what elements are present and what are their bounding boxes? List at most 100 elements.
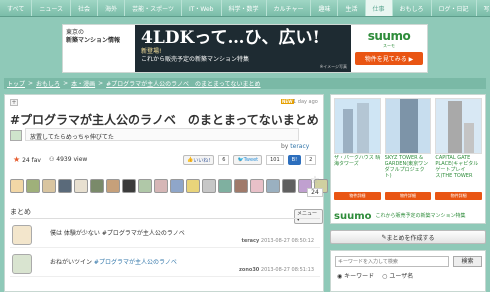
hashtag-link[interactable]: #プログラマが主人公のラノベ [94, 259, 177, 266]
nav-item[interactable]: 趣味 [311, 0, 339, 16]
nav-item[interactable]: 生活 [338, 0, 366, 16]
breadcrumb-item[interactable]: おもしろ [36, 79, 60, 88]
building-image[interactable] [435, 98, 483, 154]
fav-user-avatar[interactable] [90, 179, 104, 193]
nav-item[interactable]: 写真 [477, 0, 490, 16]
fav-stat[interactable]: ★ 24 fav [13, 155, 41, 164]
building-detail-button[interactable]: 物件詳細 [435, 192, 483, 200]
banner-sub1: 新登場! [141, 48, 162, 55]
list-item: おねがいツイン #プログラマが主人公のラノベ zono30 2013-08-27… [10, 251, 320, 277]
fav-user-avatar[interactable] [266, 179, 280, 193]
breadcrumb-item[interactable]: 本・漫画 [71, 79, 95, 88]
building-detail-button[interactable]: 物件詳細 [384, 192, 432, 200]
building-label[interactable]: CAPITAL GATE PLACE(キャピタルゲートプレイス)THE TOWE… [435, 155, 482, 191]
breadcrumb-separator: > [28, 80, 34, 87]
eye-icon: ⚇ [48, 156, 55, 163]
nav-item[interactable]: 社会 [71, 0, 99, 16]
fav-user-avatar[interactable] [138, 179, 152, 193]
building-detail-button[interactable]: 物件詳細 [334, 192, 381, 200]
tweet-button[interactable]: 🐦 Tweet [233, 155, 263, 165]
radio-user[interactable]: ○ ユーザ名 [382, 271, 413, 280]
star-icon: ★ [13, 155, 21, 164]
fav-user-avatar[interactable] [250, 179, 264, 193]
fav-user-avatar[interactable] [42, 179, 56, 193]
expand-button[interactable]: + [10, 99, 18, 106]
new-badge: NEW [281, 99, 294, 104]
breadcrumb-item: #プログラマが主人公のラノベ のまとまってないまとめ [106, 81, 261, 88]
page-title: #プログラマが主人公のラノベ のまとまってないまとめ [10, 113, 319, 127]
entry-text-main: おねがいツイン [50, 259, 94, 266]
fav-user-avatar[interactable] [106, 179, 120, 193]
fav-user-avatar[interactable] [202, 179, 216, 193]
entry-avatar[interactable] [12, 225, 32, 245]
top-nav: すべて ニュース 社会 海外 芸能・スポーツ IT・Web 科学・数学 カルチャー 趣味 生活 仕事… [0, 0, 490, 17]
post-description: 放置してたらめっちゃ伸びてた [25, 128, 299, 141]
author-avatar[interactable] [10, 130, 22, 141]
nav-item[interactable]: 芸能・スポーツ [125, 0, 182, 16]
nav-item[interactable]: すべて [0, 0, 33, 16]
fav-user-avatar[interactable] [122, 179, 136, 193]
divider [10, 218, 320, 219]
nav-item[interactable]: ログ・日記 [432, 0, 477, 16]
author-link[interactable]: teracy [290, 143, 309, 150]
banner-image-note: ※イメージ写真 [319, 64, 347, 69]
entry-text: おねがいツイン #プログラマが主人公のラノベ [50, 257, 177, 266]
radio-keyword-label: キーワード [344, 273, 375, 280]
entry-author[interactable]: zono30 [239, 267, 259, 273]
fav-user-avatar[interactable] [186, 179, 200, 193]
banner-sub2: これから販売予定の新築マンション特集 [141, 56, 250, 63]
fav-counter[interactable]: ☆ 24 [307, 175, 323, 201]
suumo-logo: suumo [334, 210, 372, 222]
building-image[interactable] [384, 98, 432, 154]
nav-item[interactable]: おもしろ [393, 0, 432, 16]
hatena-bookmark-button[interactable]: B! [287, 155, 302, 165]
banner-tokyo-line1: 東京の [66, 29, 85, 36]
entry-author[interactable]: teracy [241, 238, 259, 244]
nav-item[interactable]: 仕事 [365, 0, 393, 16]
building-label[interactable]: SKYZ TOWER & GARDEN(東京ワンダフルプロジェクト) [385, 155, 432, 191]
hatena-count: 2 [305, 155, 317, 165]
breadcrumb-separator: > [98, 80, 104, 87]
ad-footer[interactable]: suumo これから販売予定の新築マンション特集 [334, 208, 484, 224]
banner-cta-button[interactable]: 物件を見てみる ▶ [355, 52, 423, 65]
building-labels: ザ・パークハウス 晴海タワーズ SKYZ TOWER & GARDEN(東京ワン… [331, 154, 485, 192]
summary-heading: まとめ [10, 208, 31, 216]
breadcrumb-separator: > [63, 80, 69, 87]
fav-user-avatar[interactable] [10, 179, 24, 193]
building-image[interactable] [334, 98, 381, 154]
fav-user-avatar[interactable] [170, 179, 184, 193]
nav-item[interactable]: カルチャー [267, 0, 312, 16]
search-mode: ◉ キーワード ○ ユーザ名 [337, 271, 413, 280]
fav-user-avatar[interactable] [154, 179, 168, 193]
suumo-logo: suumo [367, 29, 411, 43]
nav-item[interactable]: IT・Web [182, 0, 222, 16]
create-label: まとめを作成する [386, 234, 435, 242]
fav-user-avatar[interactable] [26, 179, 40, 193]
nav-item[interactable]: 科学・数学 [222, 0, 267, 16]
banner-tokyo-line2: 新築マンション情報 [66, 37, 121, 44]
author-line: by teracy [281, 143, 309, 150]
create-matome-button[interactable]: ✎ まとめを作成する [330, 230, 486, 244]
fav-user-avatar[interactable] [58, 179, 72, 193]
nav-item[interactable]: ニュース [32, 0, 72, 16]
nav-item[interactable]: 海外 [98, 0, 126, 16]
menu-label: メニュー [297, 211, 318, 217]
fav-user-avatar[interactable] [218, 179, 232, 193]
like-button[interactable]: 👍 いいね! [183, 155, 215, 165]
breadcrumb-item[interactable]: トップ [7, 79, 25, 88]
building-label[interactable]: ザ・パークハウス 晴海タワーズ [334, 155, 381, 191]
search-input[interactable] [335, 256, 449, 267]
fav-user-avatar[interactable] [234, 179, 248, 193]
sidebar-ad[interactable]: ザ・パークハウス 晴海タワーズ SKYZ TOWER & GARDEN(東京ワン… [330, 94, 486, 224]
ad-banner[interactable]: 東京の 新築マンション情報 4LDKって…ひ、広い! 新登場! これから販売予定… [62, 24, 428, 73]
fav-user-avatar[interactable] [74, 179, 88, 193]
suumo-sub: スーモ [383, 43, 395, 48]
entry-avatar[interactable] [12, 254, 32, 274]
fav-user-avatar[interactable] [282, 179, 296, 193]
banner-headline: 4LDKって…ひ、広い! [141, 28, 320, 48]
list-item: 僕は 体験が少ない #プログラマが主人公のラノベ teracy 2013-08-… [10, 222, 320, 248]
fav-count: 24 fav [22, 157, 41, 164]
radio-keyword[interactable]: ◉ キーワード [337, 271, 374, 280]
building-images [331, 95, 485, 154]
search-button[interactable]: 検索 [453, 256, 482, 267]
